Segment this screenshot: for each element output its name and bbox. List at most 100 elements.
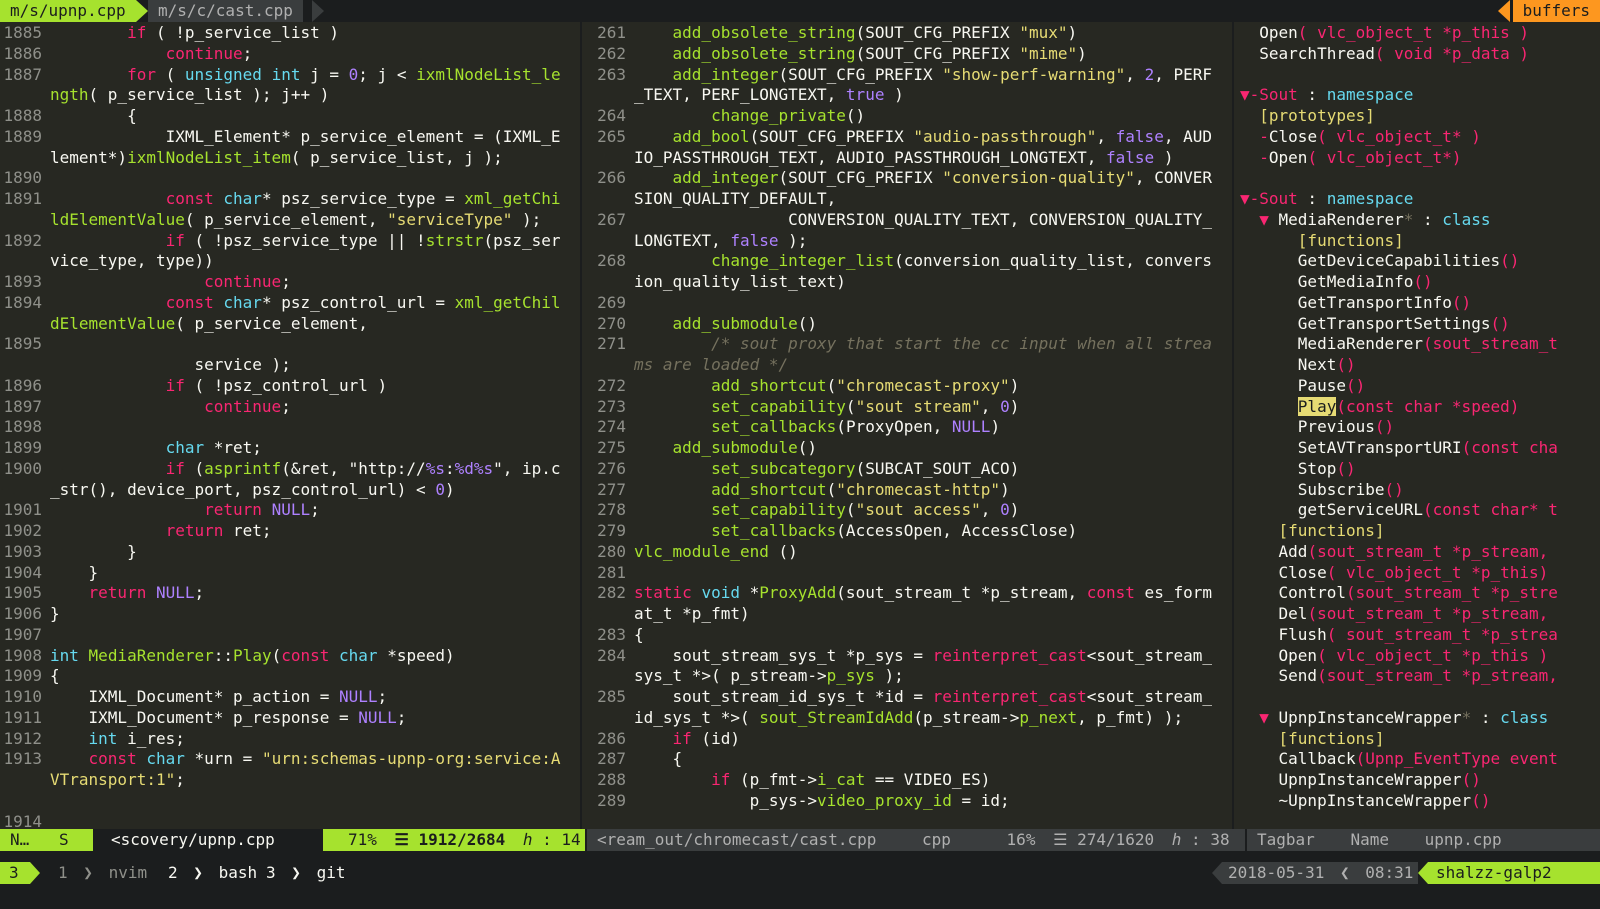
code-line[interactable]: 282 static void *ProxyAdd(sout_stream_t *…: [582, 582, 1212, 603]
tag-entry[interactable]: UpnpInstanceWrapper(): [1240, 769, 1481, 790]
code-line[interactable]: 1887 for ( unsigned int j = 0; j < ixmlN…: [0, 64, 560, 85]
code-line[interactable]: 1891 const char* psz_service_type = xml_…: [0, 188, 560, 209]
tmux-session[interactable]: 3: [0, 862, 30, 884]
code-line[interactable]: 288 if (p_fmt->i_cat == VIDEO_ES): [582, 769, 990, 790]
tag-entry[interactable]: Control(sout_stream_t *p_stre: [1240, 582, 1558, 603]
tag-entry[interactable]: Stop(): [1240, 458, 1356, 479]
code-line[interactable]: 287 {: [582, 748, 682, 769]
tag-entry[interactable]: Open( vlc_object_t *p_this ): [1240, 645, 1549, 666]
tag-entry[interactable]: Subscribe(): [1240, 479, 1404, 500]
tag-entry[interactable]: Callback(Upnp_EventType event: [1240, 748, 1558, 769]
code-line[interactable]: 284 sout_stream_sys_t *p_sys = reinterpr…: [582, 645, 1212, 666]
code-line[interactable]: vice_type, type)): [0, 250, 214, 271]
tag-entry[interactable]: ▼ MediaRenderer* : class: [1240, 209, 1490, 230]
tag-entry[interactable]: ▼-Sout : namespace: [1240, 188, 1413, 209]
tab-cast[interactable]: m/s/c/cast.cpp: [148, 0, 303, 22]
code-line[interactable]: 1900 if (asprintf(&ret, "http://%s:%d%s"…: [0, 458, 560, 479]
code-line[interactable]: 261 add_obsolete_string(SOUT_CFG_PREFIX …: [582, 22, 1077, 43]
tag-entry[interactable]: Pause(): [1240, 375, 1365, 396]
code-line[interactable]: lement*)ixmlNodeList_item( p_service_lis…: [0, 147, 503, 168]
tag-entry[interactable]: ~UpnpInstanceWrapper(): [1240, 790, 1491, 811]
code-line[interactable]: ldElementValue( p_service_element, "serv…: [0, 209, 541, 230]
tmux-window-2[interactable]: 2 ❯ bash: [168, 862, 257, 884]
tag-entry[interactable]: Send(sout_stream_t *p_stream,: [1240, 665, 1558, 686]
code-line[interactable]: ms are loaded */: [582, 354, 788, 375]
code-line[interactable]: id_sys_t *>( sout_StreamIdAdd(p_stream->…: [582, 707, 1183, 728]
buffers-label[interactable]: buffers: [1512, 0, 1600, 22]
code-line[interactable]: VTransport:1";: [0, 769, 185, 790]
editor-pane-upnp[interactable]: 1885 if ( !p_service_list ) 1886 continue…: [0, 22, 580, 829]
tag-entry[interactable]: Close( vlc_object_t *p_this): [1240, 562, 1549, 583]
code-line[interactable]: 271 /* sout proxy that start the cc inpu…: [582, 333, 1212, 354]
tag-entry[interactable]: getServiceURL(const char* t: [1240, 499, 1558, 520]
code-line[interactable]: [0, 790, 50, 811]
code-line[interactable]: 263 add_integer(SOUT_CFG_PREFIX "show-pe…: [582, 64, 1212, 85]
code-line[interactable]: 1890: [0, 167, 50, 188]
tag-entry[interactable]: [prototypes]: [1240, 105, 1375, 126]
code-line[interactable]: 1910 IXML_Document* p_action = NULL;: [0, 686, 387, 707]
code-line[interactable]: 262 add_obsolete_string(SOUT_CFG_PREFIX …: [582, 43, 1087, 64]
code-line[interactable]: 272 add_shortcut("chromecast-proxy"): [582, 375, 1019, 396]
code-line[interactable]: 1913 const char *urn = "urn:schemas-upnp…: [0, 748, 560, 769]
code-line[interactable]: IO_PASSTHROUGH_TEXT, AUDIO_PASSTHROUGH_L…: [582, 147, 1173, 168]
code-line[interactable]: 1902 return ret;: [0, 520, 271, 541]
code-line[interactable]: 283 {: [582, 624, 644, 645]
tag-entry[interactable]: SearchThread( void *p_data ): [1240, 43, 1529, 64]
tag-entry[interactable]: -Close( vlc_object_t* ): [1240, 126, 1481, 147]
code-line[interactable]: 1895: [0, 333, 50, 354]
code-line[interactable]: 1898: [0, 416, 50, 437]
code-line[interactable]: 1885 if ( !p_service_list ): [0, 22, 339, 43]
tmux-window-3[interactable]: 3 ❯ git: [266, 862, 345, 884]
code-line[interactable]: 266 add_integer(SOUT_CFG_PREFIX "convers…: [582, 167, 1212, 188]
code-line[interactable]: ion_quality_list_text): [582, 271, 846, 292]
code-line[interactable]: 1897 continue;: [0, 396, 290, 417]
code-line[interactable]: 1894 const char* psz_control_url = xml_g…: [0, 292, 560, 313]
tag-entry[interactable]: Play(const char *speed): [1240, 396, 1519, 417]
code-line[interactable]: ngth( p_service_list ); j++ ): [0, 84, 329, 105]
code-line[interactable]: 1901 return NULL;: [0, 499, 319, 520]
code-line[interactable]: 277 add_shortcut("chromecast-http"): [582, 479, 1010, 500]
tag-entry[interactable]: GetTransportSettings(): [1240, 313, 1510, 334]
code-line[interactable]: 273 set_capability("sout stream", 0): [582, 396, 1019, 417]
tmux-window-1[interactable]: 1 ❯ nvim: [58, 862, 147, 884]
tag-entry[interactable]: Previous(): [1240, 416, 1394, 437]
code-line[interactable]: 267 CONVERSION_QUALITY_TEXT, CONVERSION_…: [582, 209, 1212, 230]
tag-entry[interactable]: ▼ UpnpInstanceWrapper* : class: [1240, 707, 1548, 728]
code-line[interactable]: 278 set_capability("sout access", 0): [582, 499, 1019, 520]
code-line[interactable]: 1886 continue;: [0, 43, 252, 64]
tagbar-pane[interactable]: Open( vlc_object_t *p_this ) SearchThrea…: [1234, 22, 1600, 829]
tag-entry[interactable]: Flush( sout_stream_t *p_strea: [1240, 624, 1558, 645]
code-line[interactable]: 1906}: [0, 603, 59, 624]
tag-entry[interactable]: Del(sout_stream_t *p_stream,: [1240, 603, 1549, 624]
code-line[interactable]: dElementValue( p_service_element,: [0, 313, 368, 334]
code-line[interactable]: 1889 IXML_Element* p_service_element = (…: [0, 126, 560, 147]
code-line[interactable]: 1899 char *ret;: [0, 437, 261, 458]
code-line[interactable]: sys_t *>( p_stream->p_sys );: [582, 665, 904, 686]
code-line[interactable]: 275 add_submodule(): [582, 437, 817, 458]
editor-pane-cast[interactable]: 261 add_obsolete_string(SOUT_CFG_PREFIX …: [582, 22, 1232, 829]
tag-entry[interactable]: Open( vlc_object_t *p_this ): [1240, 22, 1529, 43]
code-line[interactable]: 285 sout_stream_id_sys_t *id = reinterpr…: [582, 686, 1212, 707]
code-line[interactable]: 281: [582, 562, 634, 583]
code-line[interactable]: at_t *p_fmt): [582, 603, 750, 624]
code-line[interactable]: 1907: [0, 624, 50, 645]
code-line[interactable]: 264 change_private(): [582, 105, 865, 126]
code-line[interactable]: 1914: [0, 811, 50, 830]
code-line[interactable]: _str(), device_port, psz_control_url) < …: [0, 479, 455, 500]
tag-entry[interactable]: -Open( vlc_object_t*): [1240, 147, 1461, 168]
code-line[interactable]: 270 add_submodule(): [582, 313, 817, 334]
tag-entry[interactable]: Next(): [1240, 354, 1356, 375]
tag-entry[interactable]: GetTransportInfo(): [1240, 292, 1471, 313]
code-line[interactable]: 279 set_callbacks(AccessOpen, AccessClos…: [582, 520, 1077, 541]
code-line[interactable]: LONGTEXT, false );: [582, 230, 807, 251]
tag-entry[interactable]: [functions]: [1240, 520, 1385, 541]
tag-entry[interactable]: [functions]: [1240, 728, 1385, 749]
code-line[interactable]: 274 set_callbacks(ProxyOpen, NULL): [582, 416, 1000, 437]
tag-entry[interactable]: ▼-Sout : namespace: [1240, 84, 1413, 105]
code-line[interactable]: 1892 if ( !psz_service_type || !strstr(p…: [0, 230, 560, 251]
code-line[interactable]: 276 set_subcategory(SUBCAT_SOUT_ACO): [582, 458, 1019, 479]
code-line[interactable]: 289 p_sys->video_proxy_id = id;: [582, 790, 1010, 811]
code-line[interactable]: 286 if (id): [582, 728, 740, 749]
code-line[interactable]: 269: [582, 292, 634, 313]
tag-entry[interactable]: GetMediaInfo(): [1240, 271, 1433, 292]
